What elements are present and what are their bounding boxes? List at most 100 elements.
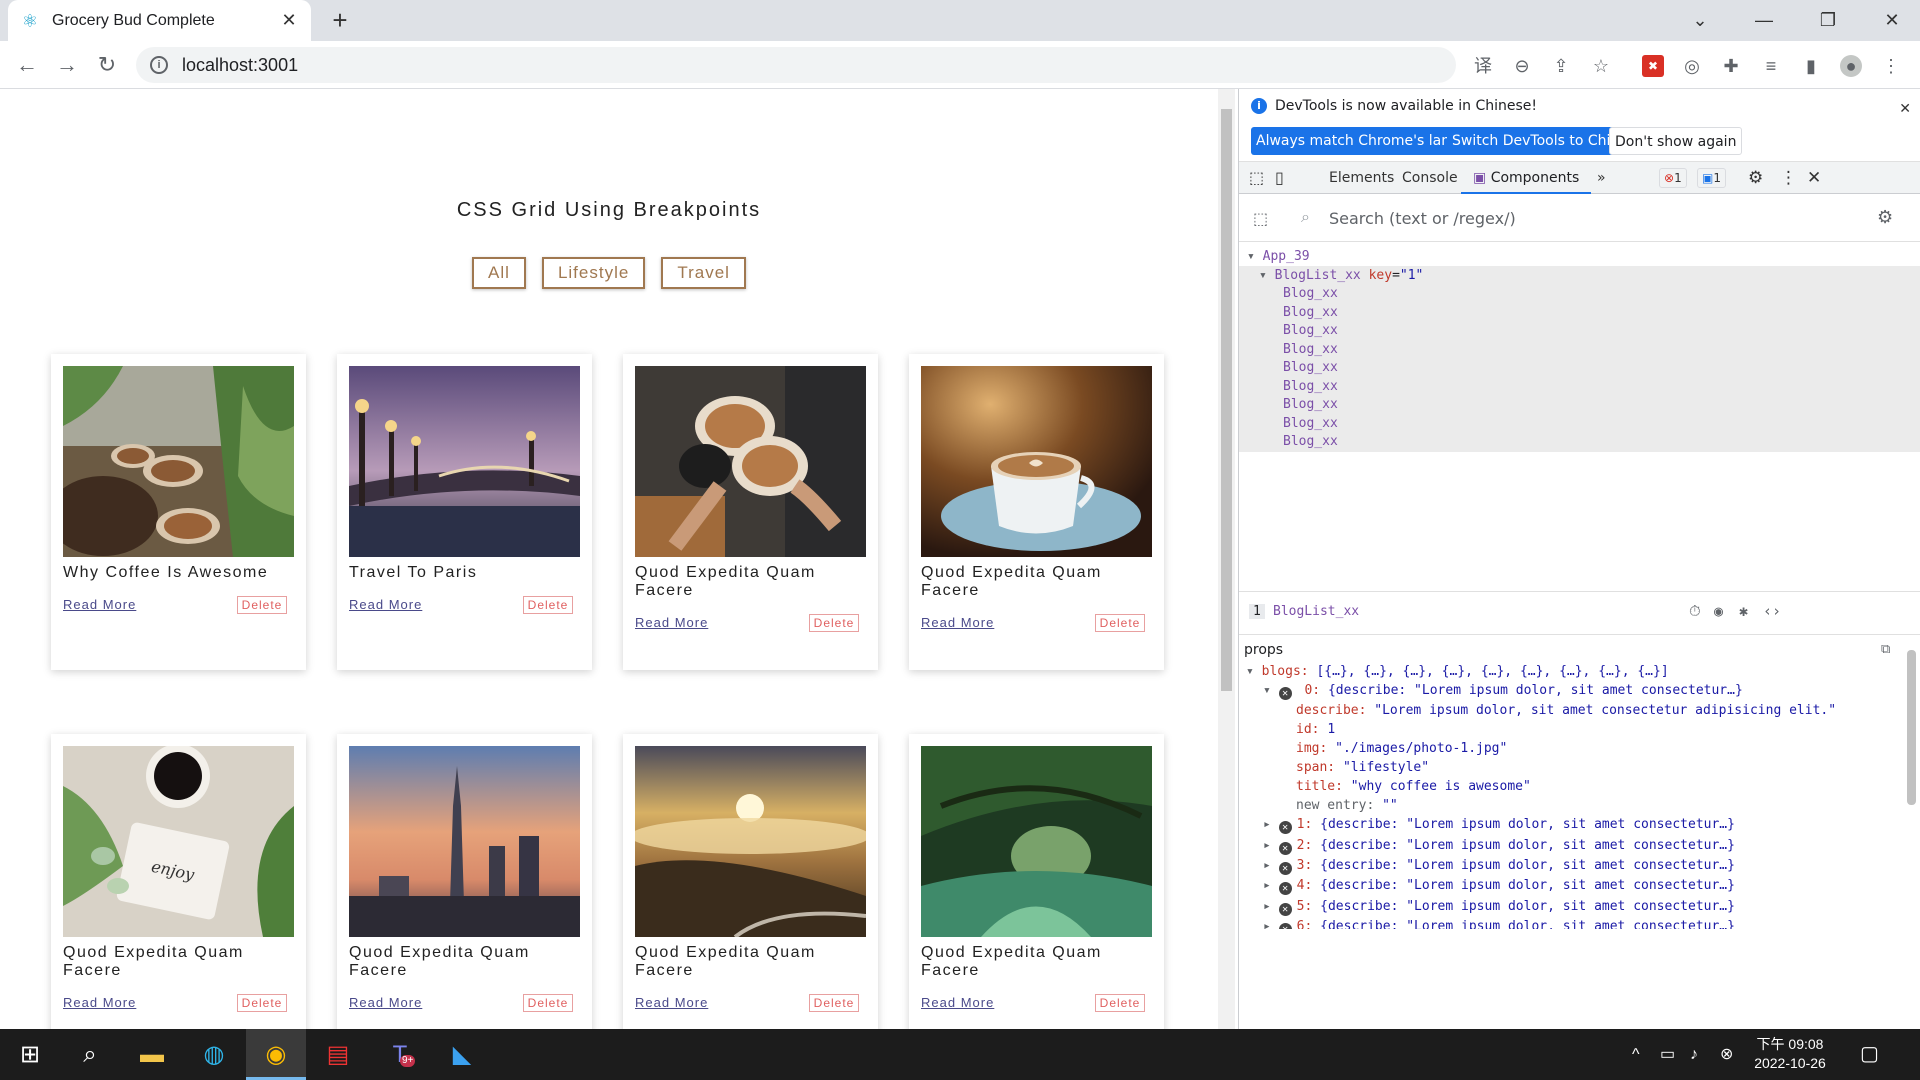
select-component-icon[interactable]: ⬚ xyxy=(1253,209,1268,228)
reload-icon[interactable]: ↻ xyxy=(92,51,122,81)
tree-row-blog[interactable]: Blog_xx xyxy=(1239,340,1920,360)
new-tab-button[interactable]: + xyxy=(325,6,355,36)
stopwatch-icon[interactable]: ⏱ xyxy=(1689,602,1701,620)
tree-row-blog[interactable]: Blog_xx xyxy=(1239,303,1920,323)
prop-field[interactable]: title: "why coffee is awesome" xyxy=(1296,777,1531,797)
more-tabs-icon[interactable]: » xyxy=(1597,162,1606,194)
prop-blogs[interactable]: ▾ blogs: [{…}, {…}, {…}, {…}, {…}, {…}, … xyxy=(1246,662,1669,682)
error-counter[interactable]: ⊗1 xyxy=(1659,168,1687,188)
prop-item-collapsed[interactable]: ▸ ✕ 4: {describe: "Lorem ipsum dolor, sit… xyxy=(1263,876,1735,896)
extension-red-icon[interactable]: ✖ xyxy=(1642,55,1664,77)
bug-icon[interactable]: ✱ xyxy=(1739,602,1748,620)
delete-button[interactable]: Delete xyxy=(809,994,859,1012)
remove-item-icon[interactable]: ✕ xyxy=(1278,842,1292,855)
side-panel-icon[interactable]: ▮ xyxy=(1800,55,1822,77)
read-more-link[interactable]: Read More xyxy=(349,597,422,612)
tree-row-blog[interactable]: Blog_xx xyxy=(1239,321,1920,341)
components-settings-icon[interactable]: ⚙ xyxy=(1877,207,1893,228)
edge-icon[interactable]: ◍ xyxy=(184,1029,244,1080)
prop-field[interactable]: describe: "Lorem ipsum dolor, sit amet c… xyxy=(1296,701,1836,721)
tree-row-blog[interactable]: Blog_xx xyxy=(1239,414,1920,434)
inspect-element-icon[interactable]: ⬚ xyxy=(1249,162,1264,194)
prop-new-entry[interactable]: new entry: "" xyxy=(1296,796,1398,816)
teams-icon[interactable]: T 9+ xyxy=(370,1029,430,1080)
reading-list-icon[interactable]: ≡ xyxy=(1760,55,1782,77)
show-hidden-icons-icon[interactable]: ^ xyxy=(1632,1029,1640,1080)
action-center-icon[interactable]: ▢ xyxy=(1860,1029,1879,1080)
pdf-reader-icon[interactable]: ▤ xyxy=(308,1029,368,1080)
tree-row-bloglist[interactable]: ▾ BlogList_xx key="1" xyxy=(1239,266,1920,286)
tab-components[interactable]: ▣ Components xyxy=(1461,162,1592,194)
read-more-link[interactable]: Read More xyxy=(635,615,708,630)
read-more-link[interactable]: Read More xyxy=(635,995,708,1010)
tree-row-blog[interactable]: Blog_xx xyxy=(1239,358,1920,378)
file-explorer-icon[interactable]: ▬ xyxy=(122,1029,182,1080)
back-icon[interactable]: ← xyxy=(12,51,42,81)
vscode-icon[interactable]: ◣ xyxy=(432,1029,492,1080)
delete-button[interactable]: Delete xyxy=(809,614,859,632)
remove-item-icon[interactable]: ✕ xyxy=(1278,821,1292,834)
taskbar-clock[interactable]: 下午 09:08 2022-10-26 xyxy=(1744,1035,1836,1073)
prop-field[interactable]: span: "lifestyle" xyxy=(1296,758,1429,778)
settings-gear-icon[interactable]: ⚙ xyxy=(1748,162,1763,194)
props-scrollbar-thumb[interactable] xyxy=(1907,650,1916,805)
prop-item-collapsed[interactable]: ▸ ✕ 5: {describe: "Lorem ipsum dolor, sit… xyxy=(1263,897,1735,917)
prop-item-0[interactable]: ▾ ✕ 0: {describe: "Lorem ipsum dolor, si… xyxy=(1263,681,1743,701)
device-toolbar-icon[interactable]: ▯ xyxy=(1275,162,1284,194)
chrome-menu-icon[interactable]: ⋮ xyxy=(1880,55,1902,77)
component-search-input[interactable]: Search (text or /regex/) xyxy=(1329,209,1516,228)
bookmark-star-icon[interactable]: ☆ xyxy=(1590,55,1612,77)
translate-icon[interactable]: 译 xyxy=(1472,55,1494,77)
message-counter[interactable]: ▣1 xyxy=(1697,168,1726,188)
read-more-link[interactable]: Read More xyxy=(63,597,136,612)
remove-item-icon[interactable]: ✕ xyxy=(1278,923,1292,929)
network-icon[interactable]: ▭ xyxy=(1660,1029,1675,1080)
forward-icon[interactable]: → xyxy=(52,51,82,81)
tree-row-app[interactable]: ▾ App_39 xyxy=(1239,247,1920,267)
delete-button[interactable]: Delete xyxy=(523,596,573,614)
remove-item-icon[interactable]: ✕ xyxy=(1278,687,1292,700)
prop-item-collapsed[interactable]: ▸ ✕ 2: {describe: "Lorem ipsum dolor, sit… xyxy=(1263,836,1735,856)
address-bar[interactable]: i localhost:3001 xyxy=(136,47,1456,83)
delete-button[interactable]: Delete xyxy=(237,596,287,614)
remove-item-icon[interactable]: ✕ xyxy=(1278,882,1292,895)
windows-start-icon[interactable]: ⊞ xyxy=(0,1029,60,1080)
filter-lifestyle-button[interactable]: Lifestyle xyxy=(541,257,646,289)
prop-item-collapsed[interactable]: ▸ ✕ 1: {describe: "Lorem ipsum dolor, sit… xyxy=(1263,815,1735,835)
delete-button[interactable]: Delete xyxy=(1095,614,1145,632)
profile-avatar-icon[interactable]: ● xyxy=(1840,55,1862,77)
page-scrollbar-thumb[interactable] xyxy=(1221,109,1232,691)
prop-field[interactable]: id: 1 xyxy=(1296,720,1335,740)
dont-show-again-button[interactable]: Don't show again xyxy=(1609,127,1743,155)
minimize-button[interactable]: — xyxy=(1736,0,1792,41)
delete-button[interactable]: Delete xyxy=(237,994,287,1012)
share-icon[interactable]: ⇪ xyxy=(1550,55,1572,77)
site-info-icon[interactable]: i xyxy=(150,56,168,74)
prop-item-collapsed[interactable]: ▸ ✕ 3: {describe: "Lorem ipsum dolor, sit… xyxy=(1263,856,1735,876)
extension-avatar-icon[interactable]: ◎ xyxy=(1681,55,1703,77)
tree-row-blog[interactable]: Blog_xx xyxy=(1239,432,1920,452)
remove-item-icon[interactable]: ✕ xyxy=(1278,903,1292,916)
zoom-icon[interactable]: ⊖ xyxy=(1511,55,1533,77)
page-scrollbar[interactable] xyxy=(1218,89,1235,1029)
props-scrollbar[interactable] xyxy=(1904,636,1919,936)
remove-item-icon[interactable]: ✕ xyxy=(1278,862,1292,875)
prop-field[interactable]: img: "./images/photo-1.jpg" xyxy=(1296,739,1507,759)
close-tab-icon[interactable]: ✕ xyxy=(279,10,299,31)
tree-row-blog[interactable]: Blog_xx xyxy=(1239,395,1920,415)
tab-elements[interactable]: Elements xyxy=(1329,162,1394,194)
read-more-link[interactable]: Read More xyxy=(921,615,994,630)
close-infobar-icon[interactable]: ✕ xyxy=(1899,101,1911,117)
delete-button[interactable]: Delete xyxy=(1095,994,1145,1012)
close-window-button[interactable]: ✕ xyxy=(1864,0,1920,41)
tab-search-icon[interactable]: ⌄ xyxy=(1672,0,1728,41)
tab-console[interactable]: Console xyxy=(1402,162,1458,194)
volume-icon[interactable]: ♪ xyxy=(1690,1029,1698,1080)
view-source-icon[interactable]: ‹› xyxy=(1763,602,1781,620)
chrome-icon[interactable]: ◉ xyxy=(246,1029,306,1080)
notification-x-icon[interactable]: ⊗ xyxy=(1720,1029,1733,1080)
restore-button[interactable]: ❐ xyxy=(1800,0,1856,41)
read-more-link[interactable]: Read More xyxy=(921,995,994,1010)
read-more-link[interactable]: Read More xyxy=(63,995,136,1010)
prop-item-collapsed[interactable]: ▸ ✕ 6: {describe: "Lorem ipsum dolor, sit… xyxy=(1263,917,1735,929)
